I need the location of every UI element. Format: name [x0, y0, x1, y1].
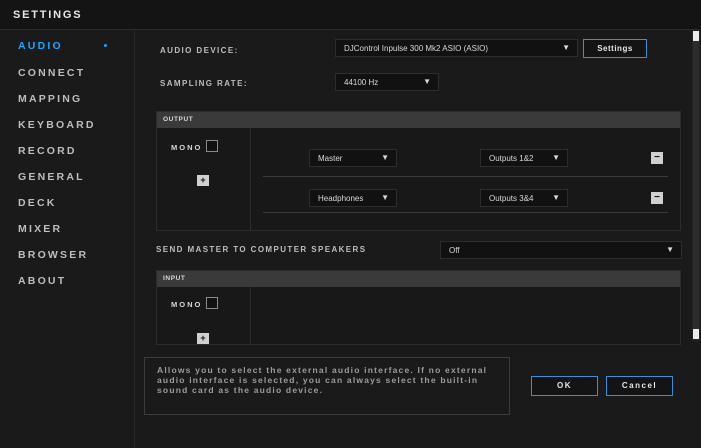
sidebar-item-connect[interactable]: CONNECT	[18, 67, 85, 79]
sidebar: AUDIO CONNECT MAPPING KEYBOARD RECORD GE…	[0, 31, 135, 448]
sidebar-item-general[interactable]: GENERAL	[18, 171, 85, 183]
sampling-rate-label: SAMPLING RATE:	[160, 79, 248, 88]
audio-device-dropdown[interactable]: DJControl Inpulse 300 Mk2 ASIO (ASIO) ▼	[335, 39, 578, 57]
input-mono-checkbox[interactable]	[206, 297, 218, 309]
output-mono-label: MONO	[171, 143, 203, 152]
cancel-button[interactable]: Cancel	[606, 376, 673, 396]
output-row-divider	[263, 212, 668, 213]
remove-output-button-2[interactable]: −	[651, 192, 663, 204]
sidebar-item-deck[interactable]: DECK	[18, 197, 57, 209]
output-channel-value: Outputs 1&2	[489, 154, 534, 163]
sidebar-item-about[interactable]: ABOUT	[18, 275, 66, 287]
output-panel-header: OUTPUT	[157, 112, 680, 128]
chevron-down-icon: ▼	[562, 43, 570, 52]
send-master-value: Off	[449, 246, 460, 255]
sampling-rate-dropdown[interactable]: 44100 Hz ▼	[335, 73, 439, 91]
help-text: Allows you to select the external audio …	[144, 357, 510, 415]
output-source-dropdown-2[interactable]: Headphones ▼	[309, 189, 397, 207]
ok-button[interactable]: OK	[531, 376, 598, 396]
input-panel: INPUT MONO +	[156, 270, 681, 345]
sampling-rate-value: 44100 Hz	[344, 78, 379, 87]
chevron-down-icon: ▼	[666, 245, 674, 254]
output-source-value: Headphones	[318, 194, 364, 203]
input-divider	[250, 287, 251, 345]
scroll-up-handle[interactable]	[693, 31, 699, 41]
output-channel-value: Outputs 3&4	[489, 194, 534, 203]
sidebar-item-browser[interactable]: BROWSER	[18, 249, 88, 261]
output-source-value: Master	[318, 154, 343, 163]
device-settings-button[interactable]: Settings	[583, 39, 647, 58]
scrollbar[interactable]	[692, 31, 700, 341]
audio-device-label: AUDIO DEVICE:	[160, 46, 239, 55]
window-title: SETTINGS	[13, 9, 83, 21]
active-indicator-icon	[104, 44, 107, 47]
sidebar-item-mixer[interactable]: MIXER	[18, 223, 62, 235]
audio-device-value: DJControl Inpulse 300 Mk2 ASIO (ASIO)	[344, 44, 489, 53]
sidebar-item-record[interactable]: RECORD	[18, 145, 77, 157]
output-source-dropdown-1[interactable]: Master ▼	[309, 149, 397, 167]
chevron-down-icon: ▼	[423, 77, 431, 86]
scroll-down-handle[interactable]	[693, 329, 699, 339]
send-master-dropdown[interactable]: Off ▼	[440, 241, 682, 259]
send-master-label: SEND MASTER TO COMPUTER SPEAKERS	[156, 245, 367, 254]
scroll-thumb[interactable]	[693, 31, 699, 329]
input-panel-header: INPUT	[157, 271, 680, 287]
output-panel: OUTPUT MONO + Master ▼ Outputs 1&2 ▼ − H…	[156, 111, 681, 231]
output-channel-dropdown-1[interactable]: Outputs 1&2 ▼	[480, 149, 568, 167]
output-channel-dropdown-2[interactable]: Outputs 3&4 ▼	[480, 189, 568, 207]
remove-output-button-1[interactable]: −	[651, 152, 663, 164]
input-mono-label: MONO	[171, 300, 203, 309]
sidebar-item-audio[interactable]: AUDIO	[18, 40, 63, 52]
chevron-down-icon: ▼	[381, 153, 389, 162]
chevron-down-icon: ▼	[552, 193, 560, 202]
chevron-down-icon: ▼	[552, 153, 560, 162]
sidebar-item-keyboard[interactable]: KEYBOARD	[18, 119, 96, 131]
output-divider	[250, 128, 251, 231]
title-bar: SETTINGS	[0, 0, 701, 30]
output-row-divider	[263, 176, 668, 177]
output-mono-checkbox[interactable]	[206, 140, 218, 152]
sidebar-item-mapping[interactable]: MAPPING	[18, 93, 82, 105]
add-input-button[interactable]: +	[197, 333, 209, 344]
chevron-down-icon: ▼	[381, 193, 389, 202]
footer: Allows you to select the external audio …	[136, 350, 692, 448]
add-output-button[interactable]: +	[197, 175, 209, 186]
